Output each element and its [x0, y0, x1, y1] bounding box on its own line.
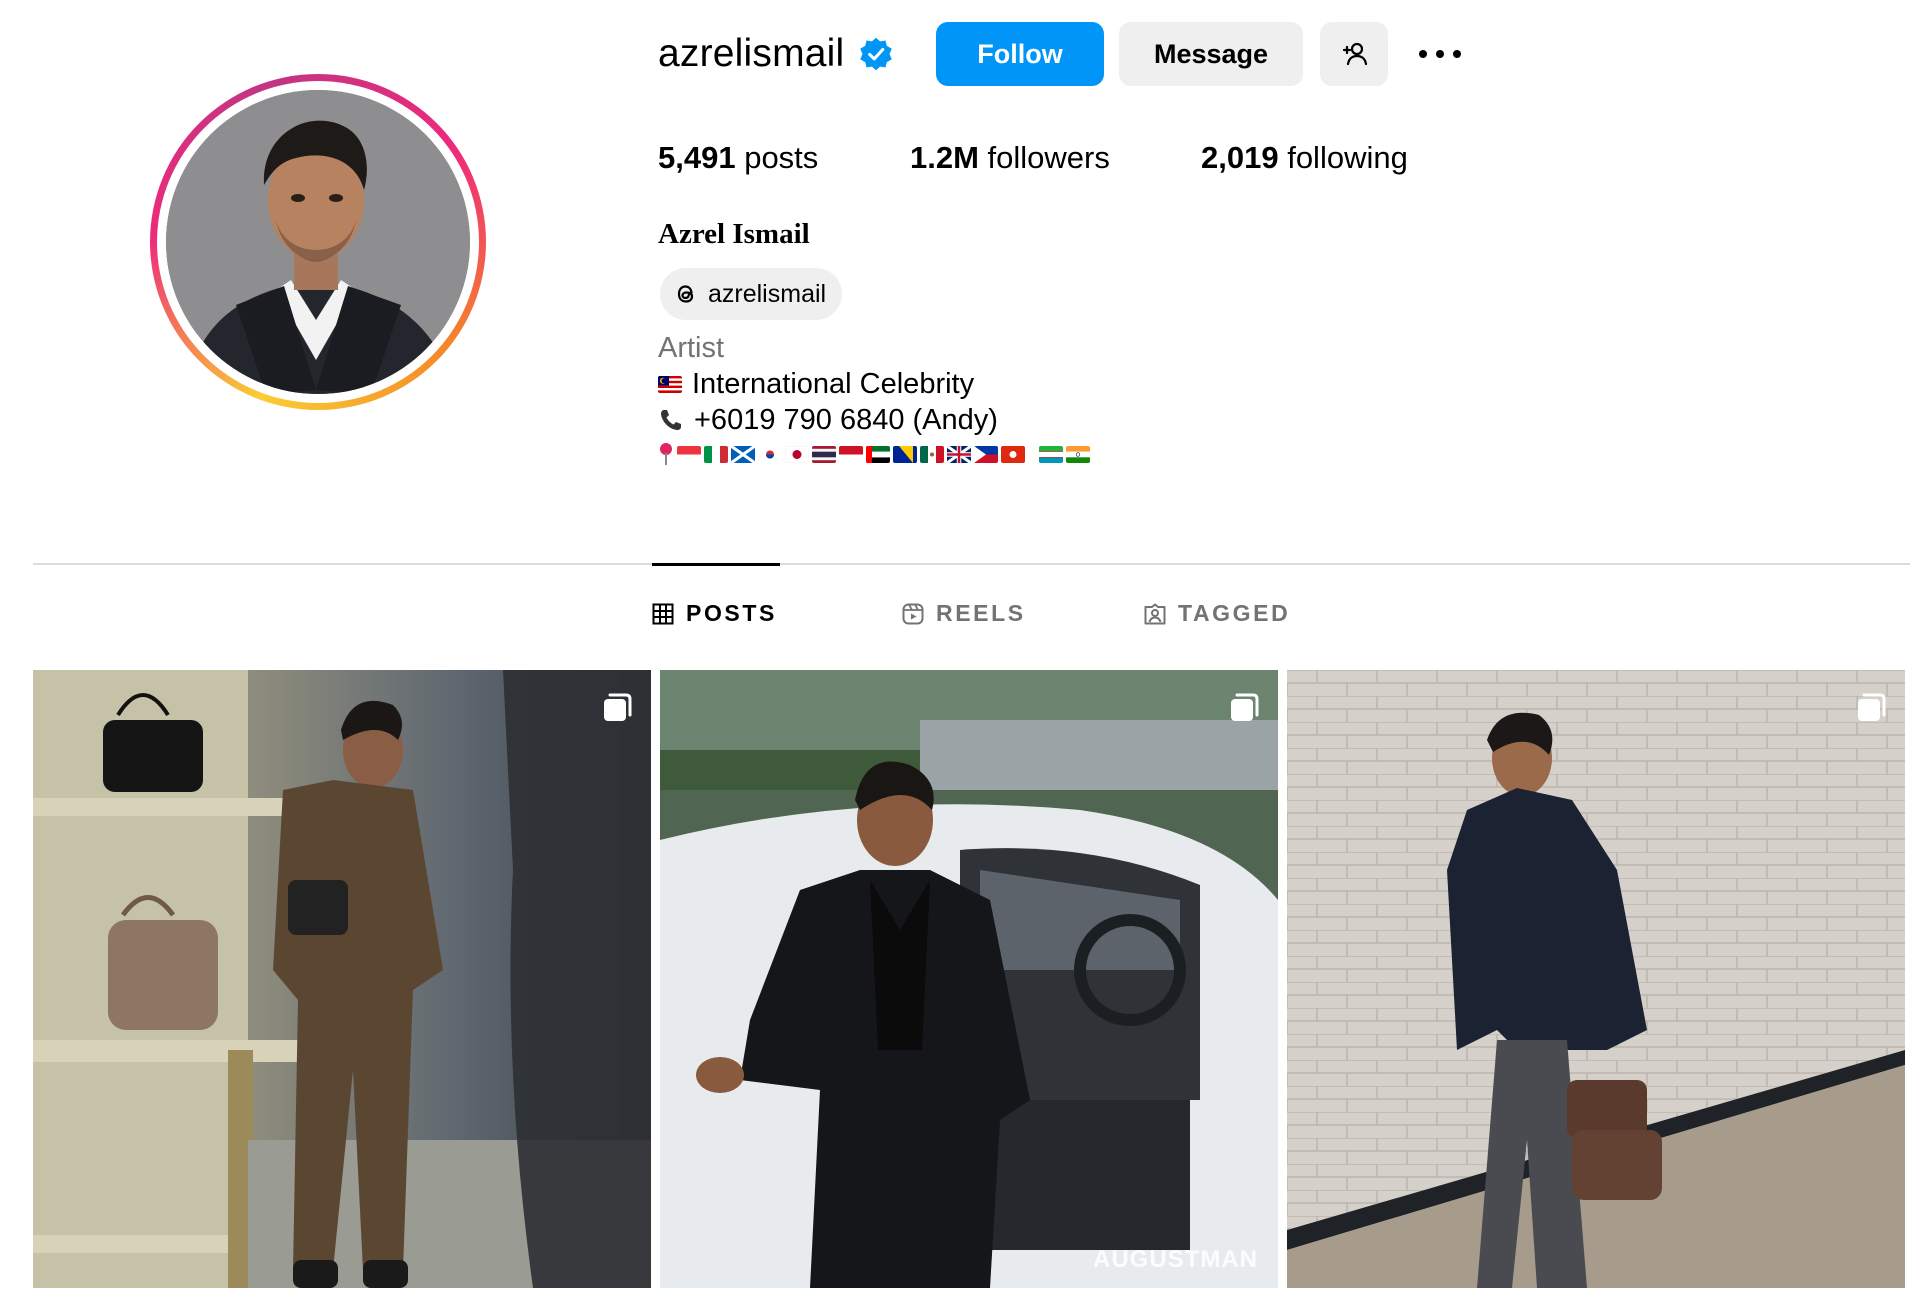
carousel-icon	[1858, 693, 1886, 721]
tab-reels-label: REELS	[936, 600, 1026, 626]
thailand-flag-icon	[812, 445, 836, 463]
avatar[interactable]	[166, 90, 470, 394]
profile-category: Artist	[658, 332, 725, 364]
uzbekistan-flag-icon	[1039, 445, 1063, 463]
more-options-button[interactable]	[1406, 22, 1474, 86]
followers-count[interactable]: 1.2M followers	[910, 140, 1201, 176]
post-watermark: AUGUSTMAN	[1093, 1246, 1258, 1273]
tagged-icon	[1144, 603, 1166, 624]
threads-link[interactable]: azrelismail	[660, 268, 843, 320]
grid-icon	[652, 603, 674, 624]
following-count-label: following	[1287, 140, 1408, 175]
japan-flag-icon	[785, 445, 809, 463]
posts-grid: AUGUSTMAN	[33, 670, 1905, 1288]
india-flag-icon	[1066, 445, 1090, 463]
phone-icon	[661, 410, 681, 430]
verified-badge-icon	[860, 37, 893, 71]
username: azrelismail	[658, 32, 845, 75]
suggested-users-button[interactable]	[1320, 22, 1388, 86]
post-image	[33, 670, 651, 1288]
threads-icon	[677, 285, 694, 303]
following-count[interactable]: 2,019 following	[1201, 140, 1408, 176]
location-flags	[658, 442, 1090, 466]
post-thumbnail[interactable]	[33, 670, 651, 1288]
tab-tagged[interactable]: TAGGED	[1144, 600, 1290, 627]
tab-tagged-label: TAGGED	[1178, 600, 1291, 626]
posts-count: 5,491 posts	[658, 140, 910, 176]
avatar-story-ring[interactable]	[150, 74, 486, 410]
post-thumbnail[interactable]: AUGUSTMAN	[660, 670, 1278, 1288]
posts-count-label: posts	[744, 140, 819, 175]
bosnia-flag-icon	[893, 445, 917, 463]
uk-flag-icon	[947, 445, 971, 463]
indonesia-flag-icon	[839, 445, 863, 463]
following-count-value: 2,019	[1201, 140, 1279, 175]
username-row: azrelismail	[658, 22, 894, 86]
message-button[interactable]: Message	[1119, 22, 1303, 86]
singapore-flag-icon	[677, 445, 701, 463]
bio: Artist International Celebrity +6019 790…	[658, 330, 1090, 466]
bio-text-celebrity: International Celebrity	[692, 368, 975, 400]
mexico-flag-icon	[920, 445, 944, 463]
uae-flag-icon	[866, 445, 890, 463]
add-person-icon	[1342, 42, 1368, 66]
active-tab-indicator	[652, 563, 780, 566]
tab-posts[interactable]: POSTS	[652, 600, 902, 627]
tabs-divider	[33, 563, 1910, 565]
more-options-icon	[1419, 50, 1461, 58]
followers-count-value: 1.2M	[910, 140, 979, 175]
carousel-icon	[604, 693, 632, 721]
tab-posts-label: POSTS	[686, 600, 777, 626]
philippines-flag-icon	[974, 445, 998, 463]
followers-count-label: followers	[987, 140, 1110, 175]
italy-flag-icon	[704, 445, 728, 463]
malaysia-flag-icon	[658, 375, 682, 393]
bio-line: +6019 790 6840 (Andy)	[658, 402, 1090, 438]
post-image	[660, 670, 1278, 1288]
full-name: Azrel Ismail	[658, 218, 810, 250]
reels-icon	[902, 603, 924, 624]
post-image	[1287, 670, 1905, 1288]
hong-kong-flag-icon	[1001, 445, 1025, 463]
profile-tabs: POSTS REELS TAGGED	[652, 600, 1290, 627]
scotland-flag-icon	[731, 445, 755, 463]
posts-count-value: 5,491	[658, 140, 736, 175]
bio-line: International Celebrity	[658, 366, 1090, 402]
tab-reels[interactable]: REELS	[902, 600, 1144, 627]
profile-stats: 5,491 posts 1.2M followers 2,019 followi…	[658, 140, 1408, 176]
south-korea-flag-icon	[758, 445, 782, 463]
post-thumbnail[interactable]	[1287, 670, 1905, 1288]
carousel-icon	[1231, 693, 1259, 721]
threads-handle: azrelismail	[708, 279, 827, 308]
follow-button[interactable]: Follow	[936, 22, 1104, 86]
bio-text-phone: +6019 790 6840 (Andy)	[694, 404, 998, 436]
avatar-border	[157, 81, 479, 403]
avatar-portrait	[166, 90, 470, 394]
location-pin-icon	[660, 443, 672, 465]
